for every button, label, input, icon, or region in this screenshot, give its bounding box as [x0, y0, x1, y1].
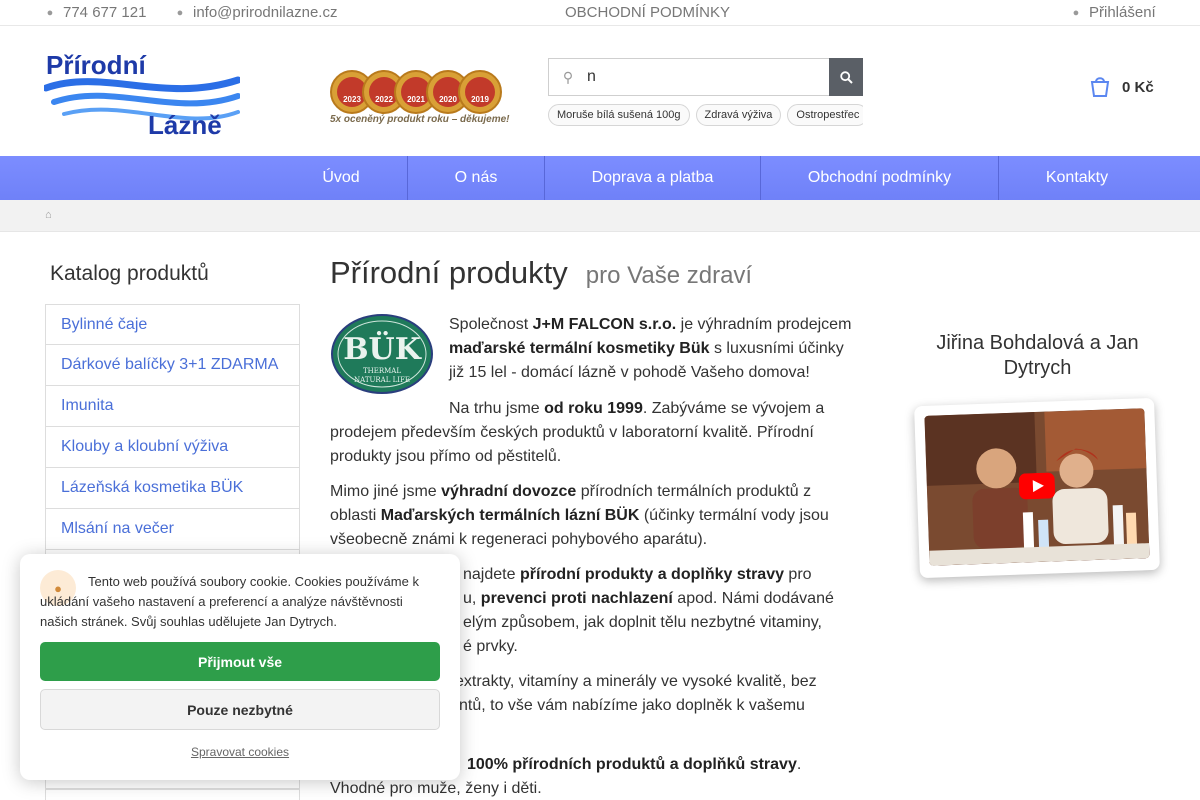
nav-item-doprava[interactable]: Doprava a platba — [545, 156, 761, 200]
award-year: 2022 — [375, 95, 393, 104]
intro-paragraph-3: Mimo jiné jsme výhradní dovozce přírodní… — [330, 480, 840, 552]
search-button-icon — [839, 70, 853, 84]
category-item-lazenska-kosmetika[interactable]: Lázeňská kosmetika BÜK — [45, 468, 300, 509]
category-item-imunita[interactable]: Imunita — [45, 386, 300, 427]
text-bold: od roku 1999 — [544, 400, 643, 417]
text-bold: přírodní produkty a doplňky stravy — [519, 566, 784, 583]
buk-logo: BÜK THERMAL NATURAL LIFE — [331, 314, 433, 394]
terms-link[interactable]: OBCHODNÍ PODMÍNKY — [565, 4, 730, 21]
user-icon: ● — [1072, 6, 1080, 19]
manage-cookies-link[interactable]: Spravovat cookies — [40, 745, 440, 759]
award-year: 2020 — [439, 95, 457, 104]
text: najdete — [463, 566, 520, 583]
phone-number[interactable]: 774 677 121 — [63, 4, 146, 21]
text-bold: maďarské termální kosmetiky Bük — [449, 340, 710, 357]
terms-link-label[interactable]: OBCHODNÍ PODMÍNKY — [565, 4, 730, 21]
award-caption: 5x oceněný produkt roku – děkujeme! — [330, 114, 510, 125]
search-suggestion-tags: Moruše bílá sušená 100g Zdravá výživa Os… — [548, 104, 863, 128]
suggestion-tag[interactable]: Zdravá výživa — [695, 104, 782, 126]
search-icon: ⚲ — [562, 68, 574, 85]
text: Na trhu jsme — [449, 400, 545, 417]
text-bold: výhradní dovozce — [441, 483, 577, 500]
cart[interactable]: 0 Kč — [1090, 76, 1154, 98]
nav-item-o-nas[interactable]: O nás — [408, 156, 545, 200]
suggestion-tag[interactable]: Ostropestřec — [787, 104, 863, 126]
page-title-main: Přírodní produkty — [330, 255, 568, 290]
intro-paragraph-5-line2: ntů, to vše vám nabízíme jako doplněk k … — [459, 697, 805, 714]
page-title-sub: pro Vaše zdraví — [585, 262, 753, 289]
intro-paragraph-4-line1: najdete přírodní produkty a doplňky stra… — [463, 563, 863, 587]
nav-item-uvod[interactable]: Úvod — [275, 156, 408, 200]
text: Mimo jiné jsme — [330, 483, 442, 500]
email-address[interactable]: info@prirodnilazne.cz — [193, 4, 337, 21]
intro-paragraph-5-line1: extrakty, vitamíny a minerály ve vysoké … — [455, 673, 817, 690]
intro-paragraph-2: Na trhu jsme od roku 1999. Zabýváme se v… — [330, 397, 840, 469]
text-bold: Maďarských termálních lázní BÜK — [380, 507, 640, 524]
top-bar: ● 774 677 121 ● info@prirodnilazne.cz OB… — [0, 0, 1200, 26]
search-input-value[interactable]: n — [587, 68, 596, 86]
award-year: 2023 — [343, 95, 361, 104]
text: u, — [463, 590, 481, 607]
logo-text-top: Přírodní — [46, 50, 146, 80]
accept-all-button[interactable]: Přijmout vše — [40, 642, 440, 681]
text-bold: prevenci proti nachlazení — [480, 590, 673, 607]
video-thumbnail[interactable] — [924, 408, 1150, 566]
home-icon[interactable]: ⌂ — [45, 209, 52, 221]
award-year: 2021 — [407, 95, 425, 104]
intro-paragraph-4-line4: é prvky. — [463, 638, 518, 655]
main-nav: Úvod O nás Doprava a platba Obchodní pod… — [0, 156, 1200, 200]
text-bold: 100% přírodních produktů a doplňků strav… — [467, 756, 797, 773]
breadcrumb: ⌂ — [0, 200, 1200, 232]
category-item-darkove-balicky[interactable]: Dárkové balíčky 3+1 ZDARMA — [45, 345, 300, 386]
logo-wave-1 — [44, 76, 240, 93]
youtube-play-icon[interactable] — [1018, 472, 1056, 500]
text-bold: J+M FALCON s.r.o. — [532, 316, 677, 333]
intro-paragraph-6-line2: Vhodné pro muže, ženy i děti. — [330, 780, 542, 797]
intro-paragraph-6-line1: 100% přírodních produktů a doplňků strav… — [467, 753, 867, 777]
buk-logo-line1: THERMAL — [363, 367, 401, 375]
intro-paragraph-4-line2: u, prevenci proti nachlazení apod. Námi … — [463, 587, 863, 611]
phone-contact[interactable]: ● 774 677 121 — [45, 4, 147, 21]
video-title: Jiřina Bohdalová a Jan Dytrych — [936, 332, 1139, 379]
intro-paragraph-1: Společnost J+M FALCON s.r.o. je výhradní… — [449, 313, 859, 385]
intro-paragraph-4-line3: elým způsobem, jak doplnit tělu nezbytné… — [463, 614, 822, 631]
video-card[interactable] — [914, 397, 1160, 579]
necessary-only-button[interactable]: Pouze nezbytné — [40, 689, 440, 730]
logo-wave-2 — [51, 92, 240, 107]
category-item-mlsani[interactable]: Mlsání na večer — [45, 509, 300, 550]
cart-icon — [1090, 77, 1110, 97]
nav-item-kontakty[interactable]: Kontakty — [999, 156, 1155, 200]
buk-logo-line2: NATURAL LIFE — [354, 376, 410, 384]
cookie-text: Tento web používá soubory cookie. Cookie… — [40, 574, 419, 629]
search-bar: ⚲ n — [548, 58, 863, 96]
category-item-klouby[interactable]: Klouby a kloubní výživa — [45, 427, 300, 468]
suggestion-tag[interactable]: Moruše bílá sušená 100g — [548, 104, 690, 126]
text: apod. Námi dodávané — [672, 590, 834, 607]
site-logo[interactable]: Přírodní Lázně — [44, 44, 240, 136]
cart-total[interactable]: 0 Kč — [1122, 79, 1154, 96]
nav-item-obchodni-podminky[interactable]: Obchodní podmínky — [761, 156, 999, 200]
award-year: 2019 — [471, 95, 489, 104]
envelope-icon: ● — [176, 6, 184, 19]
category-item-bylinne-caje[interactable]: Bylinné čaje — [45, 304, 300, 345]
email-contact[interactable]: ● info@prirodnilazne.cz — [175, 4, 338, 21]
page-title: Přírodní produkty pro Vaše zdraví — [330, 255, 752, 291]
cookie-banner: ● Tento web používá soubory cookie. Cook… — [20, 554, 460, 780]
text: Společnost — [449, 316, 533, 333]
category-item-hidden[interactable] — [45, 789, 300, 800]
search-input[interactable]: ⚲ n — [548, 58, 829, 96]
buk-logo-name: BÜK — [343, 330, 422, 367]
text: . — [796, 756, 802, 773]
text: je výhradním prodejcem — [676, 316, 852, 333]
category-list: Bylinné čaje Dárkové balíčky 3+1 ZDARMA … — [45, 304, 300, 591]
header: Přírodní Lázně 2023 2022 2021 2020 2019 5x o… — [0, 26, 1200, 156]
logo-text-bottom: Lázně — [148, 110, 222, 136]
award-medal: 2019 — [458, 70, 502, 114]
login-link[interactable]: ● Přihlášení — [1071, 4, 1156, 21]
text: pro — [783, 566, 812, 583]
sidebar-title: Katalog produktů — [50, 262, 209, 285]
search-button[interactable] — [829, 58, 863, 96]
phone-icon: ● — [46, 6, 54, 19]
login-label[interactable]: Přihlášení — [1089, 4, 1156, 21]
